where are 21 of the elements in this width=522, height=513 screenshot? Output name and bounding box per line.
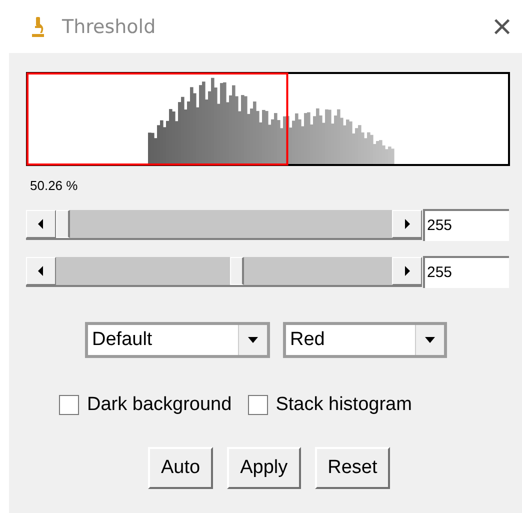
slider-thumb[interactable] [56, 210, 70, 238]
window-title: Threshold [62, 16, 157, 38]
dropdown[interactable]: Red [283, 322, 447, 358]
checkbox[interactable] [248, 395, 268, 415]
microscope-icon [30, 16, 46, 38]
value-field[interactable]: 255 [423, 209, 509, 241]
dropdown[interactable]: Default [85, 322, 270, 358]
close-button[interactable]: × [492, 10, 512, 44]
checkbox-label: Dark background [87, 394, 232, 416]
percent-label: 50.26 % [30, 178, 79, 193]
caret-icon [425, 337, 435, 343]
slider-thumb[interactable] [230, 257, 244, 285]
slider[interactable] [26, 210, 422, 240]
dialog-button[interactable]: Auto [148, 447, 214, 489]
value-field[interactable]: 255 [423, 256, 509, 288]
dialog-button[interactable]: Apply [227, 447, 301, 489]
checkbox[interactable] [59, 395, 79, 415]
dialog-button[interactable]: Reset [314, 447, 390, 489]
checkbox-label: Stack histogram [276, 394, 412, 416]
slider[interactable] [26, 257, 422, 287]
caret-icon [248, 337, 258, 343]
